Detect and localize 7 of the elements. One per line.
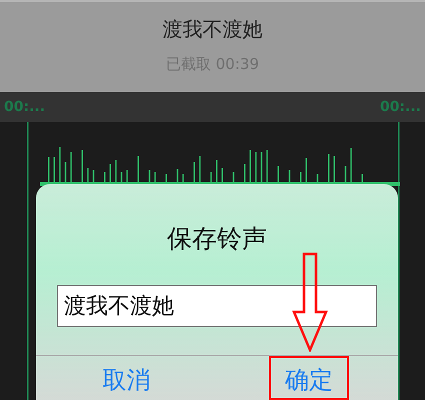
dialog-button[interactable]: 取消 <box>36 356 217 400</box>
start-time: 00:... <box>4 99 46 115</box>
name-input-field[interactable]: 渡我不渡她 <box>57 285 377 327</box>
dialog-button[interactable]: 确定 <box>269 356 349 400</box>
end-time: 00:... <box>380 99 421 115</box>
dialog-title: 保存铃声 <box>167 223 267 255</box>
song-title: 渡我不渡她 <box>162 16 262 43</box>
